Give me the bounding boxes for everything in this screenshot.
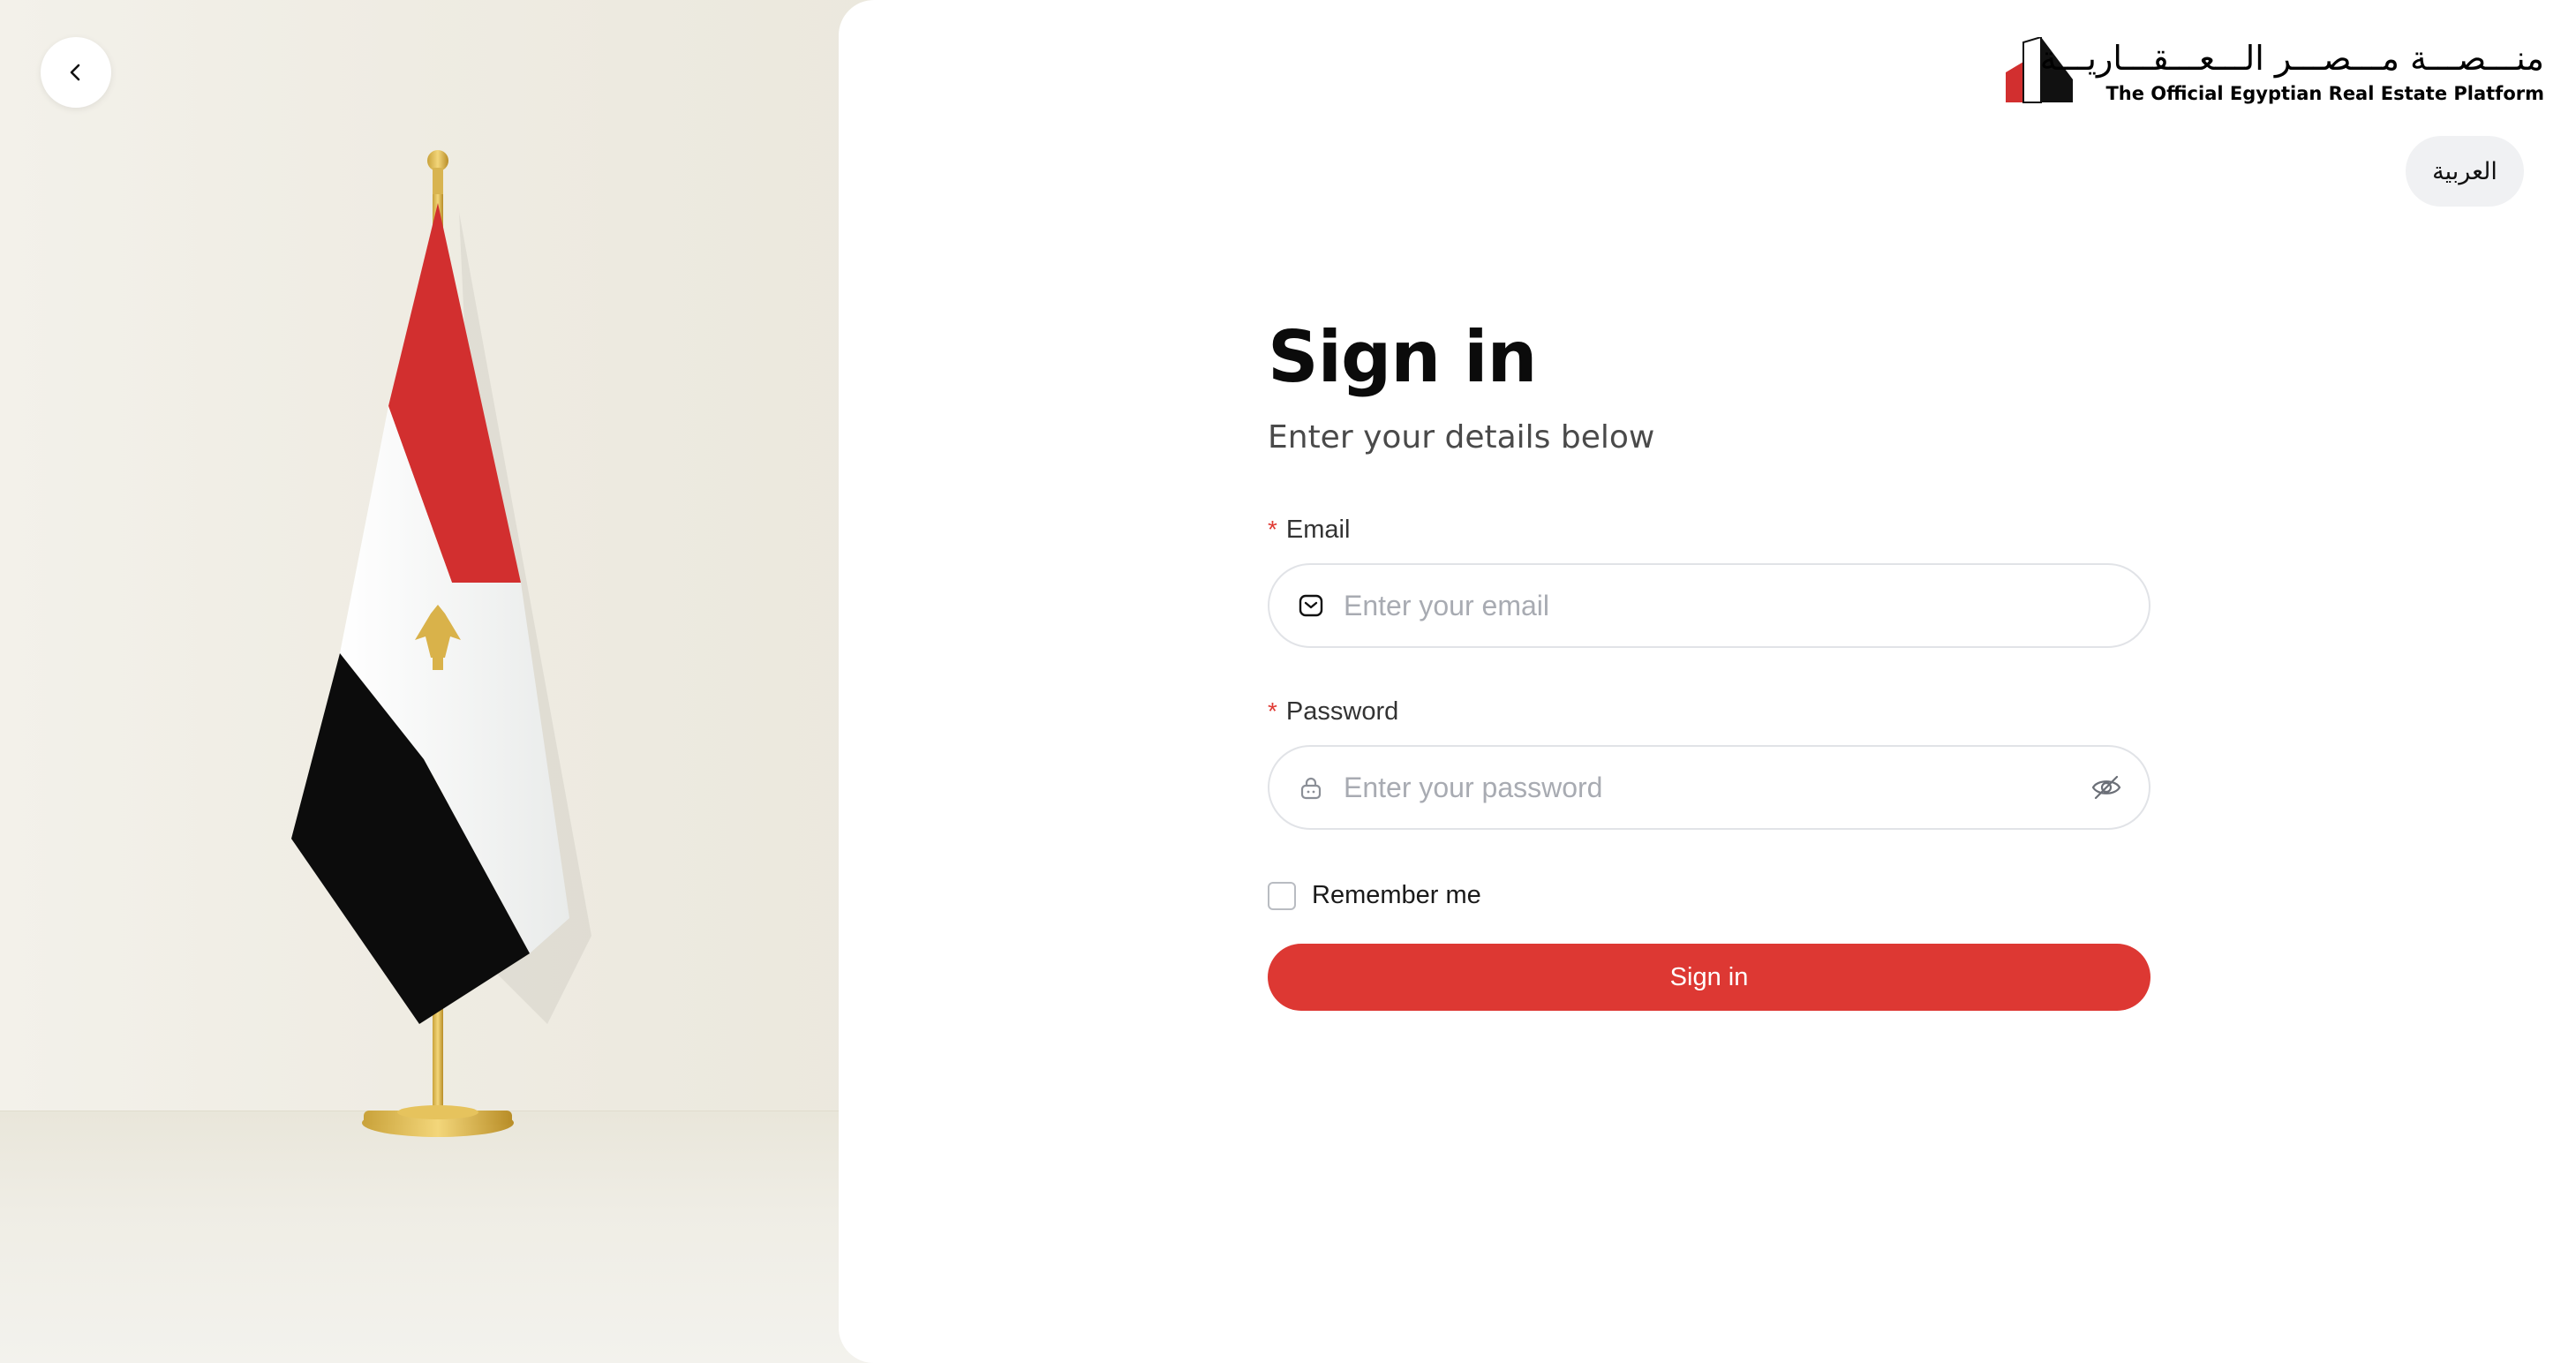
logo-arabic-text: منـــصـــة مـــصـــر الـــعـــقـــاريـــ… bbox=[2039, 39, 2544, 78]
required-mark: * bbox=[1268, 516, 1277, 543]
page-subtitle: Enter your details below bbox=[1268, 419, 1655, 456]
platform-logo[interactable]: منـــصـــة مـــصـــر الـــعـــقـــاريـــ… bbox=[2002, 37, 2550, 108]
logo-english-text: The Official Egyptian Real Estate Platfo… bbox=[2105, 83, 2544, 104]
remember-me-checkbox[interactable] bbox=[1268, 881, 1296, 910]
password-label-text: Password bbox=[1285, 697, 1399, 726]
page-title: Sign in bbox=[1268, 316, 1537, 398]
signin-page: منـــصـــة مـــصـــر الـــعـــقـــاريـــ… bbox=[0, 0, 2576, 1363]
email-label: * Email bbox=[1268, 514, 2150, 546]
hero-image-panel bbox=[0, 0, 883, 1363]
remember-me-row: Remember me bbox=[1268, 881, 2150, 910]
back-button[interactable] bbox=[41, 37, 111, 108]
email-input[interactable] bbox=[1344, 579, 2122, 632]
email-field-box[interactable] bbox=[1268, 563, 2150, 648]
email-label-text: Email bbox=[1285, 516, 1351, 544]
egypt-flag-image bbox=[291, 150, 591, 1137]
password-field-box[interactable] bbox=[1268, 745, 2150, 830]
signin-button[interactable]: Sign in bbox=[1268, 944, 2150, 1011]
signin-card: منـــصـــة مـــصـــر الـــعـــقـــاريـــ… bbox=[839, 0, 2576, 1363]
language-toggle-button[interactable]: العربية bbox=[2406, 136, 2524, 207]
password-label: * Password bbox=[1268, 696, 2150, 727]
mail-icon bbox=[1298, 592, 1324, 619]
eye-off-icon[interactable] bbox=[2090, 774, 2122, 801]
remember-me-label[interactable]: Remember me bbox=[1312, 881, 1481, 910]
password-input[interactable] bbox=[1344, 761, 2090, 814]
required-mark: * bbox=[1268, 697, 1277, 725]
signin-form: Sign in Enter your details below * Email… bbox=[1268, 309, 2150, 1011]
lock-icon bbox=[1298, 774, 1324, 801]
chevron-left-icon bbox=[66, 63, 86, 82]
